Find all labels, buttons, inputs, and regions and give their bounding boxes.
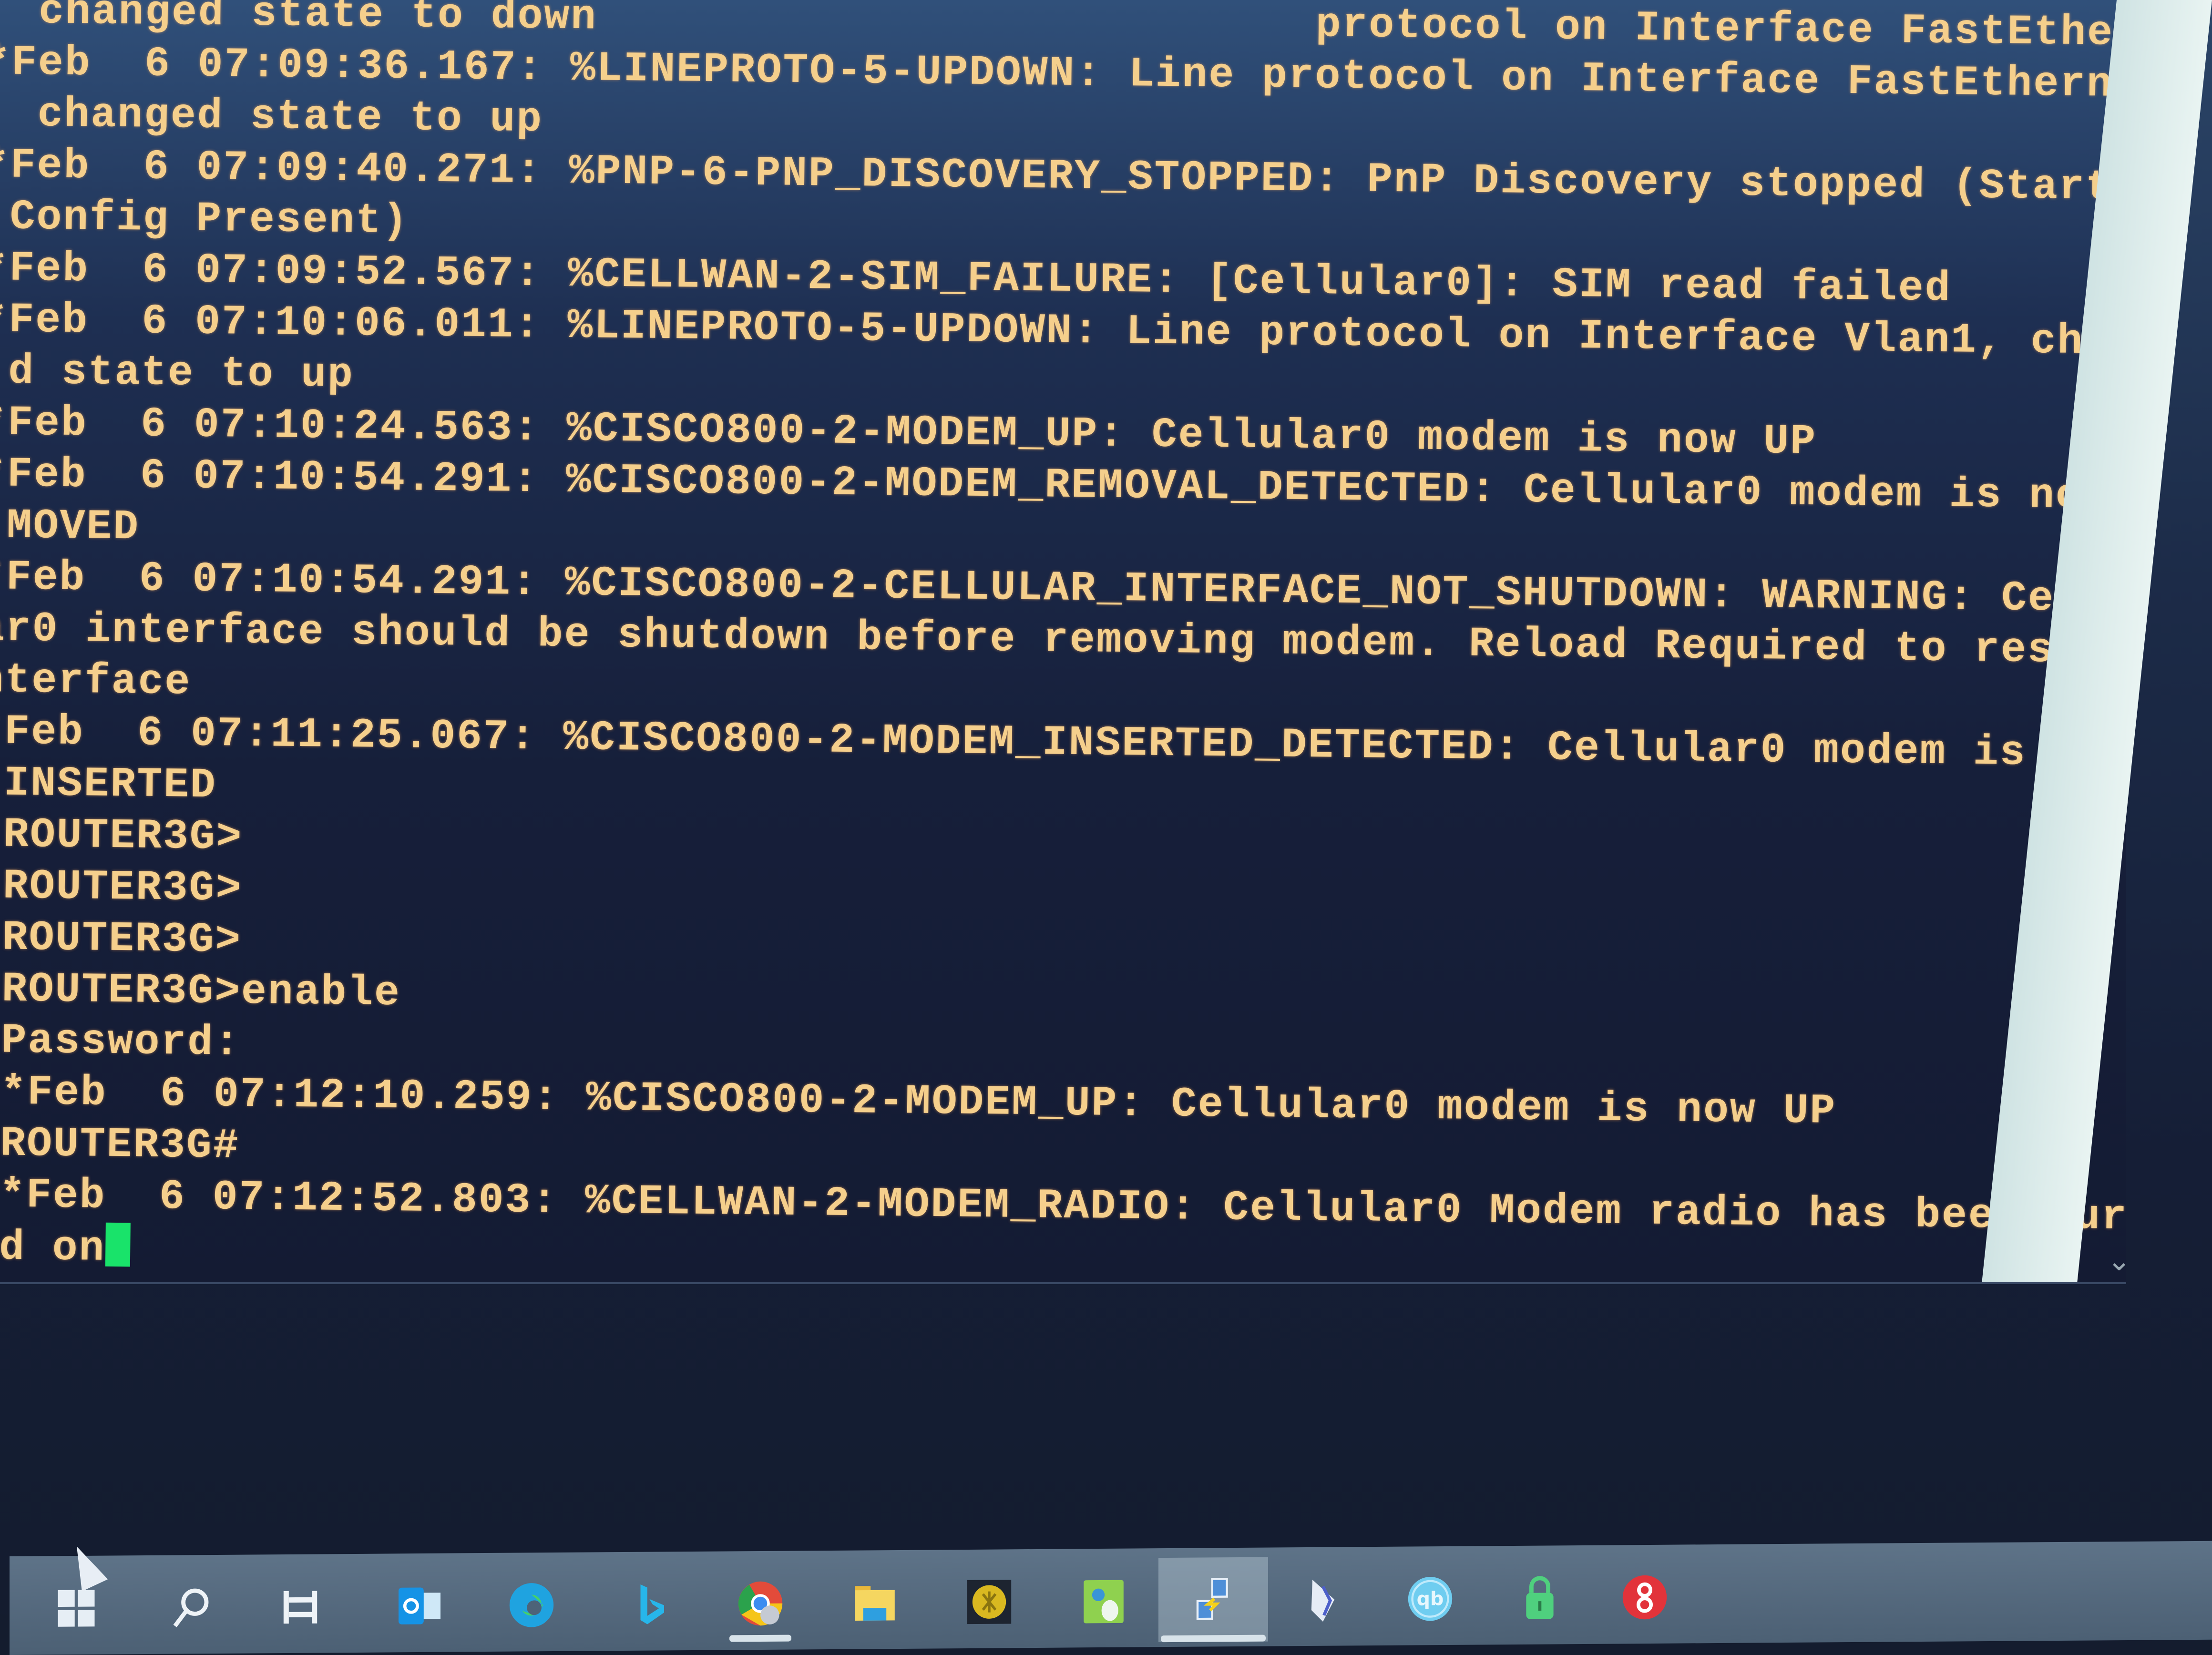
green-lock-icon <box>1526 1576 1554 1619</box>
green-app-icon <box>1084 1580 1124 1624</box>
chrome-icon <box>738 1581 783 1626</box>
active-indicator <box>1161 1635 1266 1643</box>
terminal-window[interactable]: changed state to down protocol on Interf… <box>0 0 2126 1284</box>
taskbar-app-paper[interactable] <box>1275 1561 1371 1638</box>
taskbar-qbittorrent[interactable]: qb <box>1382 1560 1478 1637</box>
taskbar-app-green[interactable] <box>1056 1563 1151 1639</box>
paper-plane-icon <box>1311 1580 1335 1622</box>
taskbar-file-explorer[interactable] <box>827 1564 922 1641</box>
windows-logo-icon <box>58 1590 95 1627</box>
search-icon <box>173 1588 209 1627</box>
scroll-down-arrow-icon[interactable]: ⌄ <box>2107 1244 2131 1277</box>
yellow-coin-icon <box>967 1580 1012 1624</box>
svg-text:qb: qb <box>1417 1588 1444 1610</box>
bing-icon <box>640 1584 664 1624</box>
desktop-screen: changed state to down protocol on Interf… <box>0 0 2212 1655</box>
terminal-last-line: d on <box>0 1224 106 1273</box>
qbittorrent-icon: qb <box>1408 1576 1453 1621</box>
folder-icon <box>855 1586 895 1621</box>
red-circle-app-icon <box>1622 1575 1667 1620</box>
taskbar-outlook[interactable] <box>372 1567 467 1644</box>
taskbar-app-yellow-coin[interactable] <box>942 1563 1037 1640</box>
taskbar-task-view-button[interactable] <box>253 1568 348 1645</box>
running-indicator <box>729 1635 791 1642</box>
taskbar: qb <box>10 1541 2212 1655</box>
task-view-icon <box>283 1591 317 1624</box>
taskbar-chrome[interactable] <box>713 1565 808 1642</box>
taskbar-bing[interactable] <box>601 1566 696 1643</box>
taskbar-vpn-lock[interactable] <box>1492 1560 1587 1636</box>
terminal-output: changed state to down protocol on Interf… <box>0 0 2126 1282</box>
taskbar-edge[interactable] <box>484 1567 579 1644</box>
text-cursor <box>105 1222 131 1267</box>
outlook-icon <box>399 1587 440 1624</box>
taskbar-app-red[interactable] <box>1597 1559 1692 1635</box>
taskbar-start-button[interactable] <box>29 1570 124 1646</box>
network-computers-icon <box>1196 1577 1228 1620</box>
taskbar-network-app[interactable] <box>1158 1557 1268 1643</box>
taskbar-search-button[interactable] <box>143 1569 238 1646</box>
edge-icon <box>509 1583 554 1627</box>
